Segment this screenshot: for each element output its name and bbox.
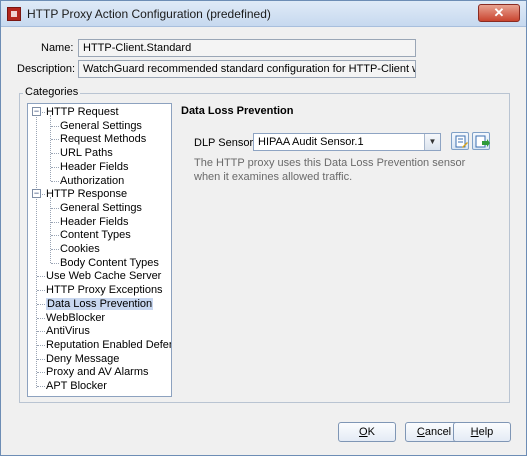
tree-connector — [37, 317, 45, 319]
categories-label: Categories — [23, 86, 81, 98]
description-field[interactable]: WatchGuard recommended standard configur… — [78, 60, 416, 78]
tree-connector — [51, 235, 59, 237]
tree-item[interactable]: Authorization — [60, 174, 124, 188]
dialog-window: HTTP Proxy Action Configuration (predefi… — [0, 0, 527, 456]
tree-item-label: Deny Message — [46, 352, 120, 365]
description-label: Description: — [17, 63, 76, 75]
tree-item-label: APT Blocker — [46, 380, 107, 392]
tree-item[interactable]: WebBlocker — [46, 311, 105, 325]
dlp-sensor-label: DLP Sensor: — [194, 137, 257, 149]
dlp-sensor-value: HIPAA Audit Sensor.1 — [258, 136, 364, 148]
tree-item[interactable]: Proxy and AV Alarms — [46, 365, 149, 379]
add-sensor-icon — [475, 135, 490, 148]
tree-item-label: General Settings — [60, 119, 142, 132]
edit-sensor-icon — [455, 135, 468, 148]
tree-item[interactable]: Reputation Enabled Defense — [46, 338, 171, 352]
tree-item-label: Body Content Types — [60, 256, 159, 269]
dlp-sensor-select[interactable]: HIPAA Audit Sensor.1 ▼ — [253, 133, 441, 151]
tree-connector — [36, 114, 37, 388]
tree-connector — [37, 386, 45, 387]
tree-item-label: HTTP Proxy Exceptions — [46, 284, 163, 297]
tree-item-label: Content Types — [60, 229, 131, 242]
tree-item-label: Header Fields — [60, 215, 129, 228]
ok-button[interactable]: OK — [338, 422, 396, 442]
tree-item[interactable]: Content Types — [60, 228, 131, 242]
tree-item[interactable]: Body Content Types — [60, 256, 159, 270]
tree-item-label: General Settings — [60, 201, 142, 214]
tree-connector — [37, 276, 45, 278]
tree-item-label: Reputation Enabled Defense — [46, 338, 171, 351]
tree-item[interactable]: Data Loss Prevention — [46, 297, 154, 311]
tree-item-label: WebBlocker — [46, 311, 106, 324]
collapse-icon[interactable]: − — [32, 189, 41, 199]
tree-item-label: Authorization — [60, 174, 125, 187]
cancel-button-label: Cancel — [416, 426, 452, 438]
edit-sensor-button[interactable] — [451, 132, 469, 150]
tree-connector — [51, 249, 59, 250]
name-field[interactable]: HTTP-Client.Standard — [78, 39, 416, 57]
tree-item-label: AntiVirus — [46, 325, 90, 338]
tree-item-label: Use Web Cache Server — [46, 270, 162, 283]
tree-item-label: Data Loss Prevention — [46, 297, 154, 310]
tree-item-label: Proxy and AV Alarms — [46, 366, 149, 379]
ok-button-label: OK — [359, 426, 375, 438]
dlp-description: The HTTP proxy uses this Data Loss Preve… — [194, 157, 466, 183]
tree-item[interactable]: Deny Message — [46, 352, 119, 366]
close-button[interactable]: ✕ — [478, 4, 520, 22]
tree-connector — [37, 290, 45, 292]
help-button[interactable]: Help — [453, 422, 511, 442]
chevron-down-icon[interactable]: ▼ — [424, 134, 440, 150]
tree-connector — [37, 331, 45, 333]
tree-item[interactable]: Cookies — [60, 242, 100, 256]
tree-connector — [37, 344, 45, 346]
tree-item-label: Cookies — [60, 243, 100, 255]
tree-connector — [51, 166, 59, 168]
add-sensor-button[interactable] — [472, 132, 490, 150]
window-title: HTTP Proxy Action Configuration (predefi… — [27, 7, 271, 21]
tree-item[interactable]: URL Paths — [60, 146, 113, 160]
tree-item-label: URL Paths — [60, 147, 113, 160]
tree-connector — [51, 207, 59, 209]
tree-connector — [37, 358, 45, 360]
section-title: Data Loss Prevention — [181, 105, 294, 117]
tree-item-label: HTTP Response — [46, 188, 128, 201]
collapse-icon[interactable]: − — [32, 107, 41, 116]
tree-item[interactable]: AntiVirus — [46, 324, 90, 338]
title-bar: HTTP Proxy Action Configuration (predefi… — [1, 1, 526, 27]
tree-item[interactable]: Header Fields — [60, 160, 128, 174]
app-icon — [7, 7, 21, 21]
category-tree[interactable]: − HTTP Request General Settings Request Met… — [27, 103, 172, 397]
tree-connector — [37, 303, 45, 305]
tree-connector — [51, 125, 59, 127]
tree-connector — [37, 372, 45, 374]
tree-connector — [51, 221, 59, 223]
tree-connector — [51, 153, 59, 155]
help-button-label: Help — [470, 426, 494, 438]
tree-item[interactable]: Header Fields — [60, 215, 128, 229]
tree-connector — [51, 139, 59, 141]
tree-item[interactable]: HTTP Request — [46, 105, 119, 119]
tree-item[interactable]: Request Methods — [60, 132, 146, 146]
tree-connector — [51, 262, 59, 264]
tree-item[interactable]: APT Blocker — [46, 379, 107, 393]
tree-item[interactable]: Use Web Cache Server — [46, 269, 161, 283]
dialog-content: Name: HTTP-Client.Standard Description: … — [7, 31, 520, 449]
tree-item[interactable]: General Settings — [60, 119, 142, 133]
tree-item-label: Request Methods — [60, 133, 147, 146]
tree-connector — [51, 180, 59, 182]
tree-item-label: HTTP Request — [46, 106, 119, 118]
tree-item[interactable]: HTTP Proxy Exceptions — [46, 283, 163, 297]
name-label: Name: — [41, 42, 74, 54]
tree-item[interactable]: HTTP Response — [46, 187, 127, 201]
tree-item-label: Header Fields — [60, 160, 129, 173]
tree-item[interactable]: General Settings — [60, 201, 142, 215]
